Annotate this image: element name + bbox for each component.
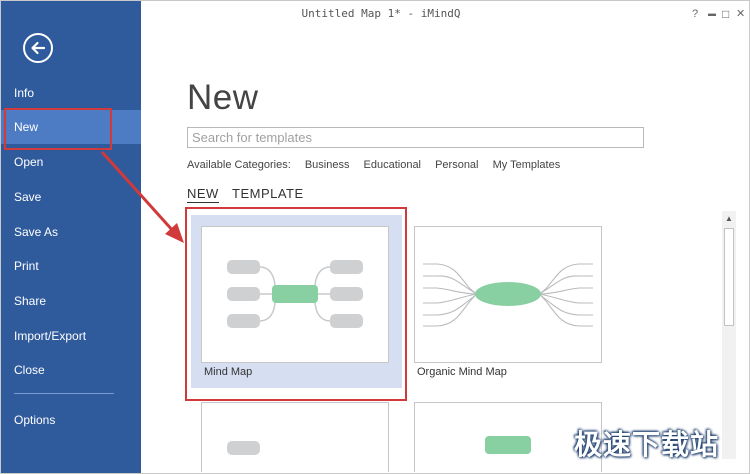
categories-label: Available Categories: (187, 159, 291, 171)
back-button[interactable] (23, 33, 53, 63)
watermark-logo: 极速下载站 (574, 428, 720, 461)
template-card-organic-mind-map[interactable]: Organic Mind Map (404, 215, 615, 388)
sidebar-divider (14, 393, 114, 394)
scroll-up-icon[interactable]: ▲ (722, 211, 736, 227)
minimize-icon[interactable]: ▬ (708, 6, 716, 22)
category-link-business[interactable]: Business (305, 159, 350, 171)
sidebar-item-save[interactable]: Save (0, 180, 141, 214)
window-title: Untitled Map 1* - iMindQ (301, 7, 461, 20)
annotation-box-new (4, 108, 112, 150)
sidebar-item-close[interactable]: Close (0, 353, 141, 387)
tab-new[interactable]: NEW (187, 186, 219, 203)
back-arrow-icon (31, 41, 46, 55)
sidebar-item-open[interactable]: Open (0, 145, 141, 179)
template-3-thumbnail (201, 402, 389, 472)
backstage-sidebar: Info New Open Save Save As Print Share I… (0, 0, 141, 474)
template-card-label: Organic Mind Map (417, 366, 507, 378)
template-3-preview-icon (227, 441, 260, 455)
sidebar-item-print[interactable]: Print (0, 249, 141, 283)
page-title: New (187, 78, 259, 117)
annotation-box-mind-map (185, 207, 407, 401)
organic-mind-map-preview-icon (423, 263, 593, 327)
category-row: Available Categories: Business Education… (187, 159, 571, 171)
sidebar-item-save-as[interactable]: Save As (0, 215, 141, 249)
category-link-my-templates[interactable]: My Templates (493, 159, 561, 171)
sidebar-item-import-export[interactable]: Import/Export (0, 319, 141, 353)
scrollbar-thumb[interactable] (724, 228, 734, 326)
template-search-input[interactable]: Search for templates (187, 127, 644, 148)
maximize-icon[interactable]: □ (722, 6, 729, 22)
category-link-educational[interactable]: Educational (364, 159, 422, 171)
tab-template[interactable]: TEMPLATE (232, 186, 304, 201)
close-icon[interactable]: ✕ (736, 6, 745, 22)
template-card-3[interactable] (191, 391, 402, 472)
organic-mind-map-thumbnail (414, 226, 602, 363)
help-icon[interactable]: ? (692, 6, 698, 22)
sidebar-item-share[interactable]: Share (0, 284, 141, 318)
sidebar-item-info[interactable]: Info (0, 76, 141, 110)
sidebar-item-options[interactable]: Options (0, 403, 141, 437)
category-link-personal[interactable]: Personal (435, 159, 478, 171)
